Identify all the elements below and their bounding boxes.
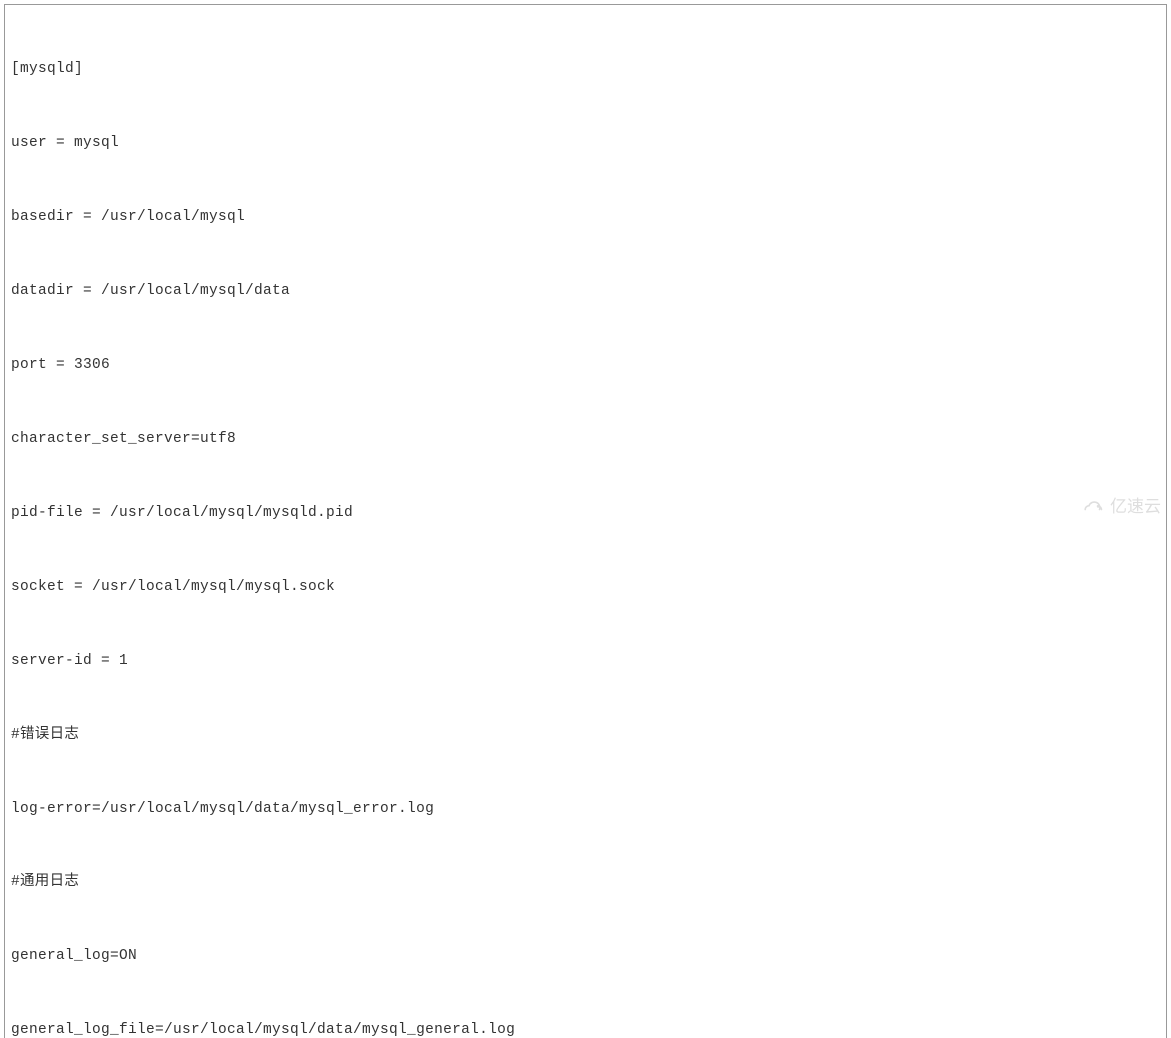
code-line: character_set_server=utf8 <box>11 427 1160 452</box>
code-line: datadir = /usr/local/mysql/data <box>11 279 1160 304</box>
code-line: basedir = /usr/local/mysql <box>11 205 1160 230</box>
watermark-text: 亿速云 <box>1110 492 1161 517</box>
watermark: 亿速云 <box>1080 492 1161 517</box>
code-line: user = mysql <box>11 131 1160 156</box>
cloud-icon <box>1080 496 1106 514</box>
config-code-block: [mysqld] user = mysql basedir = /usr/loc… <box>4 4 1167 1038</box>
code-line: socket = /usr/local/mysql/mysql.sock <box>11 575 1160 600</box>
code-line: general_log=ON <box>11 944 1160 969</box>
code-line: general_log_file=/usr/local/mysql/data/m… <box>11 1018 1160 1038</box>
code-line: [mysqld] <box>11 57 1160 82</box>
code-line: pid-file = /usr/local/mysql/mysqld.pid <box>11 501 1160 526</box>
code-line: #错误日志 <box>11 723 1160 748</box>
code-line: port = 3306 <box>11 353 1160 378</box>
code-line: log-error=/usr/local/mysql/data/mysql_er… <box>11 797 1160 822</box>
code-line: #通用日志 <box>11 870 1160 895</box>
code-line: server-id = 1 <box>11 649 1160 674</box>
